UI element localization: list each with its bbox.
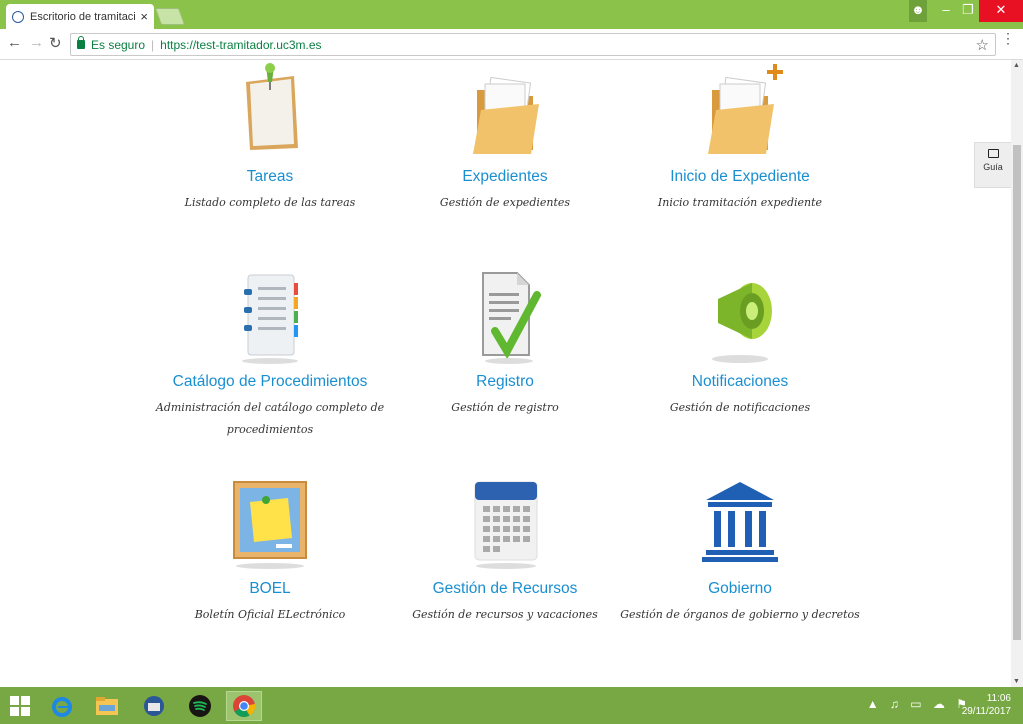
new-tab-button[interactable] <box>154 8 186 25</box>
browser-tab[interactable]: Escritorio de tramitación × <box>6 4 154 29</box>
card-description-line: Administración del catálogo completo de <box>155 401 385 414</box>
card-boel[interactable]: BOEL Boletín Oficial ELectrónico <box>150 474 390 626</box>
browser-toolbar: ← → ↻ Es seguro | https://test-tramitado… <box>0 29 1023 60</box>
system-tray[interactable]: ▲ ♫ ▭ ☁ ⚑ <box>867 697 971 711</box>
chrome-icon[interactable] <box>226 691 262 721</box>
institution-icon <box>690 474 790 574</box>
card-inicio-expediente[interactable]: Inicio de Expediente Inicio tramitación … <box>620 62 860 214</box>
card-registro[interactable]: Registro Gestión de registro <box>385 267 625 419</box>
site-favicon-icon <box>12 10 24 23</box>
browser-titlebar: Escritorio de tramitación × ☻ – ❐ ✕ <box>0 0 1023 29</box>
guide-label: Guía <box>983 162 1003 172</box>
card-title[interactable]: Expedientes <box>385 168 625 186</box>
card-title[interactable]: Tareas <box>150 168 390 186</box>
reload-icon[interactable]: ↻ <box>49 34 62 52</box>
profile-icon[interactable]: ☻ <box>909 0 927 22</box>
bulletin-board-icon <box>220 474 320 574</box>
windows-taskbar: ▲ ♫ ▭ ☁ ⚑ 11:06 29/11/2017 <box>0 687 1023 724</box>
scroll-down-icon[interactable]: ▼ <box>1013 678 1020 685</box>
security-label: Es seguro <box>91 37 146 52</box>
card-title[interactable]: Inicio de Expediente <box>620 168 860 186</box>
maximize-button[interactable]: ❐ <box>957 0 979 22</box>
card-title[interactable]: Notificaciones <box>620 373 860 391</box>
card-title[interactable]: Gestión de Recursos <box>385 580 625 598</box>
browser-menu-icon[interactable]: ⋮ <box>1001 31 1015 45</box>
bookmark-star-icon[interactable]: ☆ <box>976 36 989 54</box>
lock-icon <box>77 36 85 49</box>
card-expedientes[interactable]: Expedientes Gestión de expedientes <box>385 62 625 214</box>
monitor-icon <box>987 149 999 158</box>
card-catalogo-procedimientos[interactable]: Catálogo de Procedimientos Administració… <box>150 267 390 441</box>
tab-title: Escritorio de tramitación <box>30 10 137 23</box>
card-description: Administración del catálogo completo de … <box>150 397 390 441</box>
folder-add-icon <box>690 62 790 162</box>
card-description: Gestión de recursos y vacaciones <box>412 608 598 621</box>
forward-arrow-icon[interactable]: → <box>29 34 44 51</box>
document-check-icon <box>455 267 555 367</box>
card-description: Inicio tramitación expediente <box>657 196 823 209</box>
card-title[interactable]: Registro <box>385 373 625 391</box>
address-bar[interactable]: Es seguro | https://test-tramitador.uc3m… <box>70 33 996 56</box>
start-button[interactable] <box>2 691 38 721</box>
minimize-button[interactable]: – <box>935 0 957 22</box>
url-text: https://test-tramitador.uc3m.es <box>160 37 322 52</box>
back-arrow-icon[interactable]: ← <box>7 34 22 51</box>
scrollbar-thumb[interactable] <box>1013 145 1021 640</box>
card-title[interactable]: Catálogo de Procedimientos <box>150 373 390 391</box>
thunderbird-icon[interactable] <box>136 691 172 721</box>
page-scrollbar[interactable]: ▲ ▼ <box>1011 60 1023 687</box>
address-book-icon <box>220 267 320 367</box>
card-description: Gestión de registro <box>451 401 559 414</box>
card-description: Gestión de órganos de gobierno y decreto… <box>620 608 860 621</box>
separator: | <box>151 37 155 52</box>
card-description: Gestión de notificaciones <box>669 401 811 414</box>
clock-date: 29/11/2017 <box>961 706 1011 717</box>
close-window-button[interactable]: ✕ <box>979 0 1023 22</box>
spotify-icon[interactable] <box>182 691 218 721</box>
page-content: Tareas Listado completo de las tareas Ex… <box>0 60 1011 687</box>
internet-explorer-icon[interactable] <box>44 691 80 721</box>
card-description-line: procedimientos <box>226 423 314 436</box>
card-title[interactable]: BOEL <box>150 580 390 598</box>
calendar-icon <box>455 474 555 574</box>
clock-time: 11:06 <box>986 693 1011 704</box>
guide-button[interactable]: Guía <box>974 142 1011 188</box>
windows-logo-icon <box>10 696 30 716</box>
scroll-up-icon[interactable]: ▲ <box>1013 62 1020 69</box>
window-controls: ☻ – ❐ ✕ <box>909 0 1023 22</box>
card-notificaciones[interactable]: Notificaciones Gestión de notificaciones <box>620 267 860 419</box>
card-title[interactable]: Gobierno <box>620 580 860 598</box>
card-description: Listado completo de las tareas <box>184 196 356 209</box>
card-gobierno[interactable]: Gobierno Gestión de órganos de gobierno … <box>620 474 860 626</box>
taskbar-clock[interactable]: 11:06 29/11/2017 <box>962 692 1011 718</box>
pinned-note-icon <box>220 62 320 162</box>
file-explorer-icon[interactable] <box>89 691 125 721</box>
megaphone-icon <box>690 267 790 367</box>
card-description: Gestión de expedientes <box>439 196 571 209</box>
card-tareas[interactable]: Tareas Listado completo de las tareas <box>150 62 390 214</box>
folder-icon <box>455 62 555 162</box>
card-gestion-recursos[interactable]: Gestión de Recursos Gestión de recursos … <box>385 474 625 626</box>
card-description: Boletín Oficial ELectrónico <box>194 608 346 621</box>
tab-close-icon[interactable]: × <box>140 9 148 24</box>
